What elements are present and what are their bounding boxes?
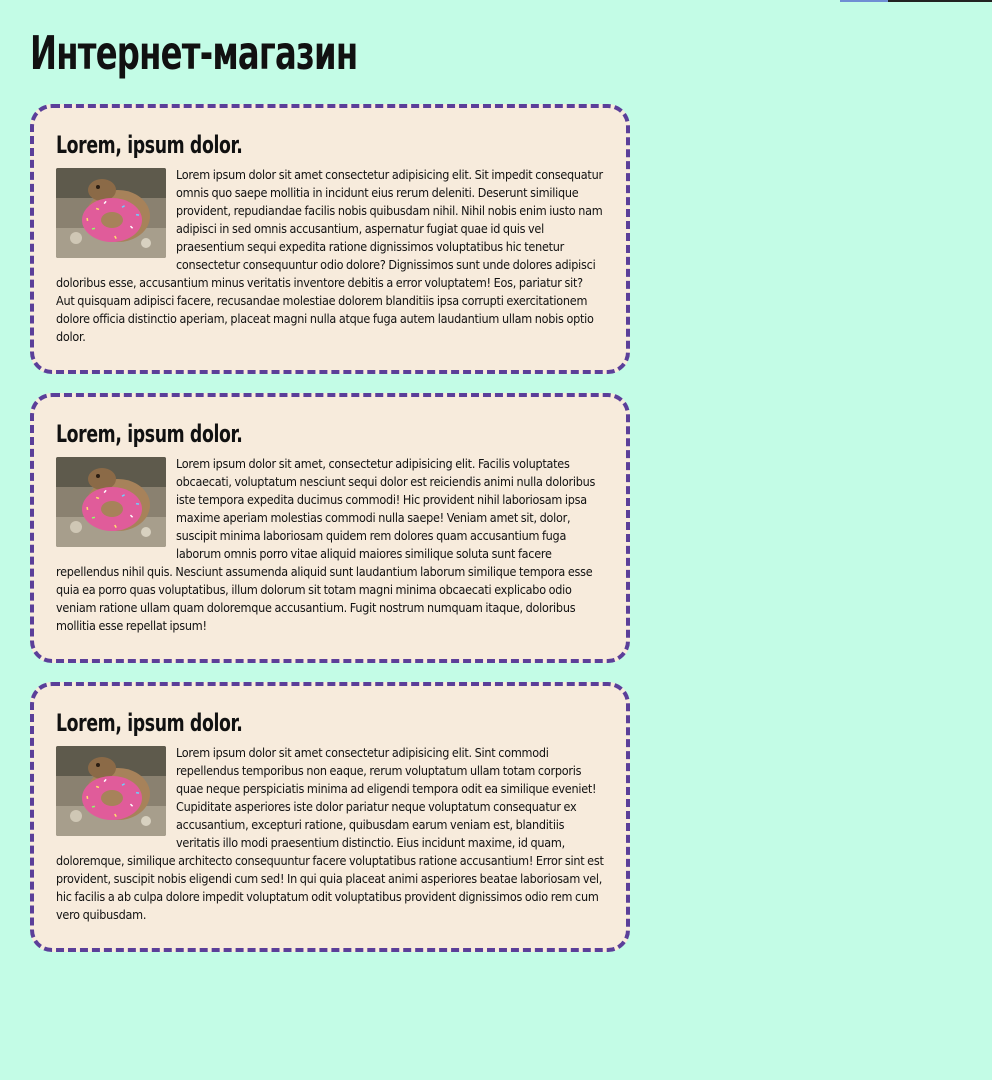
product-card: Lorem, ipsum dolor. Lorem ipsum dolor si…: [30, 104, 630, 374]
capybara-donut-picture: [56, 746, 166, 836]
product-card: Lorem, ipsum dolor. Lorem ipsum dolor si…: [30, 682, 630, 952]
page-title: Интернет-магазин: [30, 26, 358, 80]
card-image: [56, 168, 166, 258]
card-image: [56, 746, 166, 836]
top-edge-bar: [840, 0, 992, 2]
card-title: Lorem, ipsum dolor.: [56, 131, 243, 159]
top-edge-accent: [840, 0, 888, 2]
capybara-donut-picture: [56, 168, 166, 258]
capybara-donut-picture: [56, 457, 166, 547]
card-title: Lorem, ipsum dolor.: [56, 709, 243, 737]
product-card: Lorem, ipsum dolor. Lorem ipsum dolor si…: [30, 393, 630, 663]
card-image: [56, 457, 166, 547]
card-title: Lorem, ipsum dolor.: [56, 420, 243, 448]
